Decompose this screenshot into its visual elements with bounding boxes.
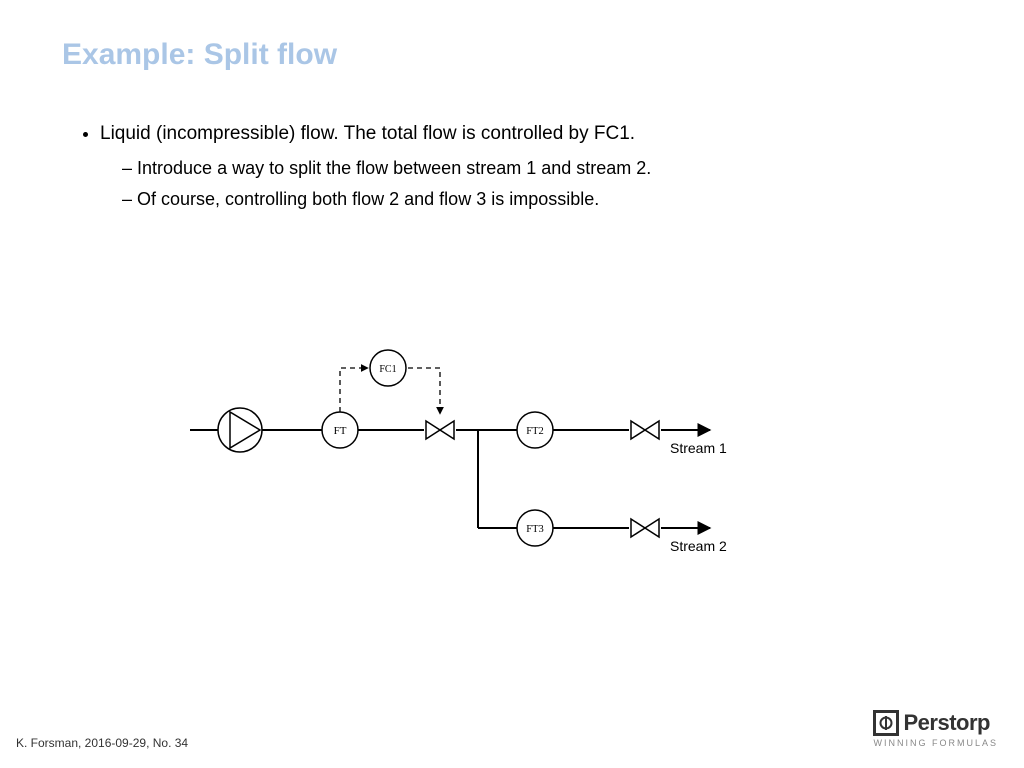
ft2-instrument: FT2 — [517, 412, 553, 448]
logo-mark-icon — [873, 710, 899, 736]
valve-stream2-icon — [629, 518, 661, 538]
svg-text:FC1: FC1 — [379, 364, 396, 375]
stream2-label: Stream 2 — [670, 538, 727, 554]
perstorp-logo: Perstorp WINNING FORMULAS — [873, 710, 998, 748]
logo-name: Perstorp — [903, 710, 989, 736]
stream1-label: Stream 1 — [670, 440, 727, 456]
control-valve-icon — [424, 420, 456, 440]
pump-icon — [218, 408, 262, 452]
bullet-sub-2: Of course, controlling both flow 2 and f… — [122, 186, 964, 213]
ft3-instrument: FT3 — [517, 510, 553, 546]
bullet-main: Liquid (incompressible) flow. The total … — [100, 120, 964, 149]
svg-text:FT3: FT3 — [526, 524, 544, 535]
slide-body: Liquid (incompressible) flow. The total … — [78, 120, 964, 217]
valve-stream1-icon — [629, 420, 661, 440]
bullet-sub-1: Introduce a way to split the flow betwee… — [122, 155, 964, 182]
slide-title: Example: Split flow — [62, 38, 337, 72]
svg-text:FT2: FT2 — [526, 426, 544, 437]
logo-tagline: WINNING FORMULAS — [873, 738, 998, 748]
svg-text:FT: FT — [334, 425, 347, 437]
fc1-controller: FC1 — [370, 350, 406, 386]
slide-footer: K. Forsman, 2016-09-29, No. 34 — [16, 736, 188, 750]
ft-instrument: FT — [322, 412, 358, 448]
pid-diagram: FT FC1 FT2 FT3 — [190, 310, 750, 570]
